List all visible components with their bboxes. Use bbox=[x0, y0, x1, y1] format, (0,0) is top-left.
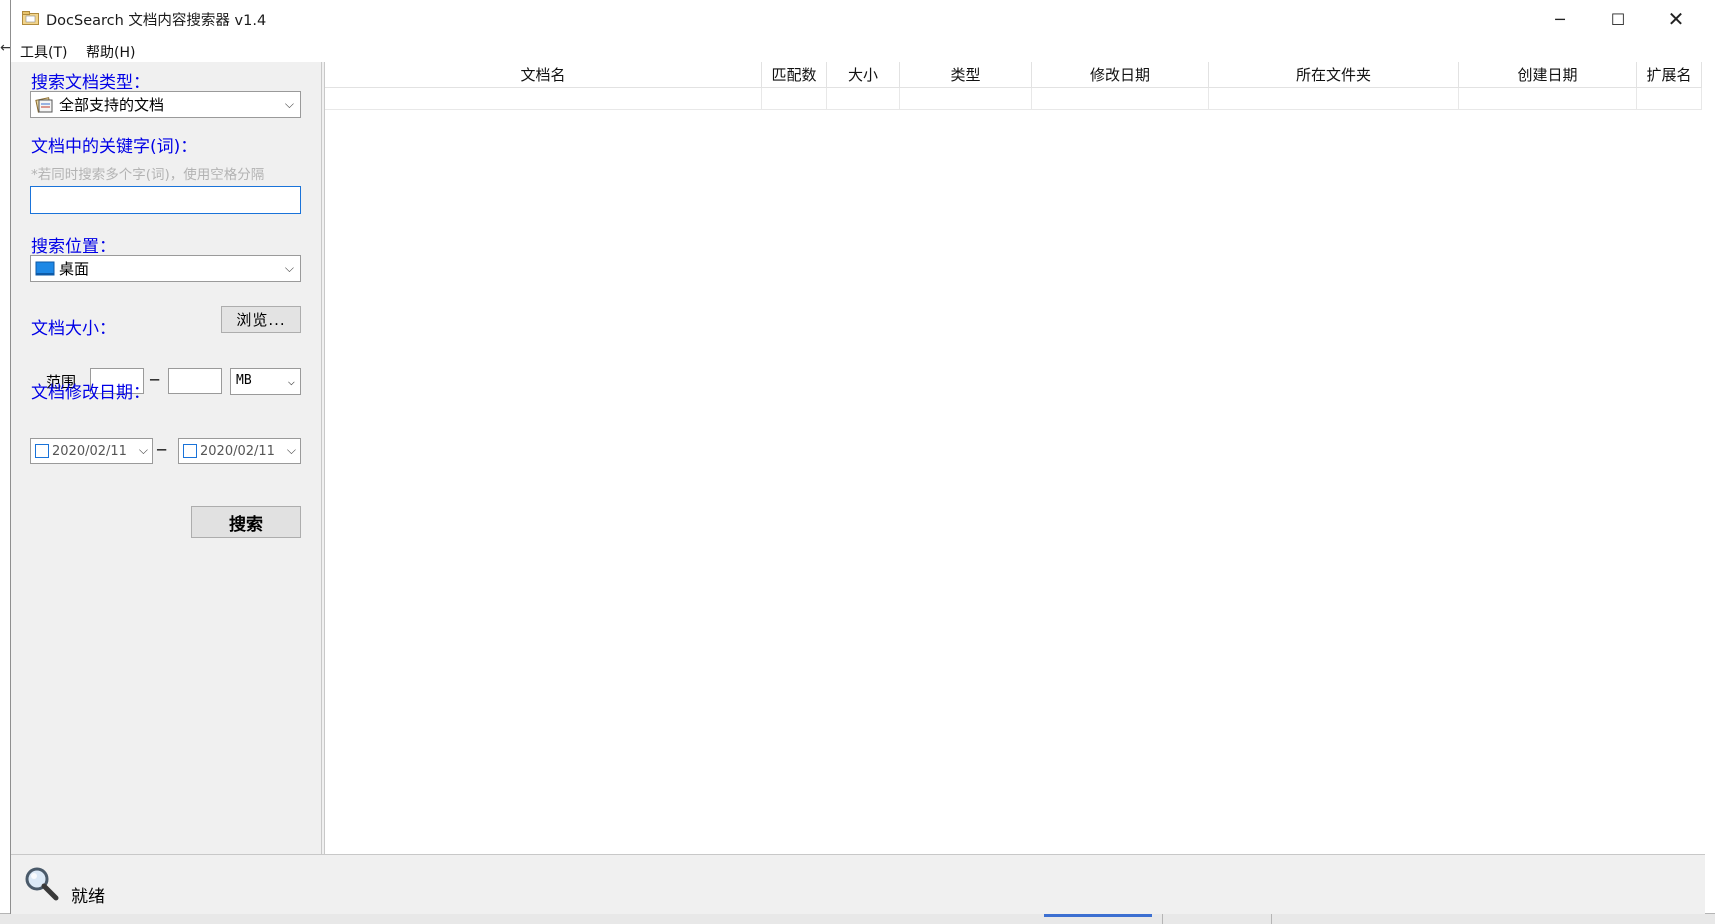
table-cell bbox=[1459, 88, 1637, 110]
menu-help[interactable]: 帮助(H) bbox=[86, 42, 135, 62]
table-header: 文档名 匹配数 大小 类型 修改日期 所在文件夹 创建日期 扩展名 bbox=[325, 62, 1702, 88]
maximize-button[interactable]: ☐ bbox=[1589, 0, 1647, 38]
menu-tools[interactable]: 工具(T) bbox=[20, 42, 67, 62]
column-header-name[interactable]: 文档名 bbox=[325, 62, 762, 88]
column-header-extension[interactable]: 扩展名 bbox=[1637, 62, 1702, 88]
keywords-input[interactable] bbox=[30, 186, 301, 214]
doc-type-select[interactable]: 全部支持的文档 ⌵ bbox=[30, 91, 301, 118]
desktop-icon bbox=[35, 261, 55, 275]
table-cell bbox=[827, 88, 900, 110]
background-taskbar bbox=[0, 913, 1715, 924]
background-window-left bbox=[0, 0, 10, 924]
column-header-modified[interactable]: 修改日期 bbox=[1032, 62, 1209, 88]
modified-date-from-picker[interactable]: 2020/02/11 ⌵ bbox=[30, 438, 153, 464]
doc-type-label: 搜索文档类型： bbox=[31, 73, 150, 93]
date-to-value: 2020/02/11 bbox=[200, 444, 275, 459]
status-text: 就绪 bbox=[71, 887, 105, 907]
minimize-button[interactable]: ─ bbox=[1531, 0, 1589, 38]
column-header-created[interactable]: 创建日期 bbox=[1459, 62, 1637, 88]
search-button[interactable]: 搜索 bbox=[191, 506, 301, 538]
keywords-hint: *若同时搜索多个字(词)，使用空格分隔 bbox=[31, 167, 265, 183]
size-max-input[interactable] bbox=[168, 368, 222, 394]
size-unit-select[interactable]: MB ⌵ bbox=[230, 368, 301, 395]
table-cell bbox=[1032, 88, 1209, 110]
location-label: 搜索位置： bbox=[31, 237, 116, 257]
table-cell bbox=[325, 88, 762, 110]
status-bar: 就绪 bbox=[11, 854, 1705, 914]
chevron-down-icon: ⌵ bbox=[284, 97, 294, 111]
folder-app-icon bbox=[22, 11, 39, 25]
table-cell bbox=[900, 88, 1032, 110]
window-title: DocSearch 文档内容搜索器 v1.4 bbox=[46, 13, 267, 29]
title-bar[interactable]: DocSearch 文档内容搜索器 v1.4 ─ ☐ ✕ bbox=[11, 0, 1705, 38]
column-header-size[interactable]: 大小 bbox=[827, 62, 900, 88]
modified-date-label: 文档修改日期： bbox=[31, 383, 150, 403]
date-to-checkbox[interactable] bbox=[183, 444, 197, 458]
chevron-down-icon: ⌵ bbox=[286, 443, 296, 457]
date-from-checkbox[interactable] bbox=[35, 444, 49, 458]
chevron-down-icon: ⌵ bbox=[138, 443, 148, 457]
doc-type-selected: 全部支持的文档 bbox=[59, 96, 165, 114]
size-label: 文档大小： bbox=[31, 319, 116, 339]
documents-stack-icon bbox=[35, 96, 53, 113]
menu-bar: 工具(T) 帮助(H) bbox=[11, 38, 1705, 62]
app-window: DocSearch 文档内容搜索器 v1.4 ─ ☐ ✕ 工具(T) 帮助(H)… bbox=[10, 0, 1705, 914]
browse-button[interactable]: 浏览... bbox=[221, 306, 301, 333]
search-options-panel: 搜索文档类型： 全部支持的文档 ⌵ 文档中的关键字(词)： *若同时搜索多个字(… bbox=[11, 62, 322, 854]
size-separator: ─ bbox=[150, 371, 160, 389]
chevron-down-icon: ⌵ bbox=[284, 261, 294, 275]
table-cell bbox=[1637, 88, 1702, 110]
background-taskbar-tab bbox=[1162, 913, 1272, 924]
chevron-down-icon: ⌵ bbox=[287, 374, 295, 388]
location-select[interactable]: 桌面 ⌵ bbox=[30, 255, 301, 282]
table-cell bbox=[1209, 88, 1459, 110]
column-header-folder[interactable]: 所在文件夹 bbox=[1209, 62, 1459, 88]
date-separator: ─ bbox=[157, 441, 167, 459]
size-unit-value: MB bbox=[236, 373, 252, 388]
table-cell bbox=[762, 88, 827, 110]
column-header-matches[interactable]: 匹配数 bbox=[762, 62, 827, 88]
magnifier-icon bbox=[25, 867, 59, 901]
column-header-type[interactable]: 类型 bbox=[900, 62, 1032, 88]
modified-date-to-picker[interactable]: 2020/02/11 ⌵ bbox=[178, 438, 301, 464]
date-from-value: 2020/02/11 bbox=[52, 444, 127, 459]
background-window-right bbox=[1704, 0, 1715, 924]
table-row[interactable] bbox=[325, 88, 1702, 110]
close-button[interactable]: ✕ bbox=[1647, 0, 1705, 38]
location-selected: 桌面 bbox=[59, 260, 90, 278]
keywords-label: 文档中的关键字(词)： bbox=[31, 137, 198, 157]
results-table[interactable]: 文档名 匹配数 大小 类型 修改日期 所在文件夹 创建日期 扩展名 bbox=[324, 62, 1705, 854]
